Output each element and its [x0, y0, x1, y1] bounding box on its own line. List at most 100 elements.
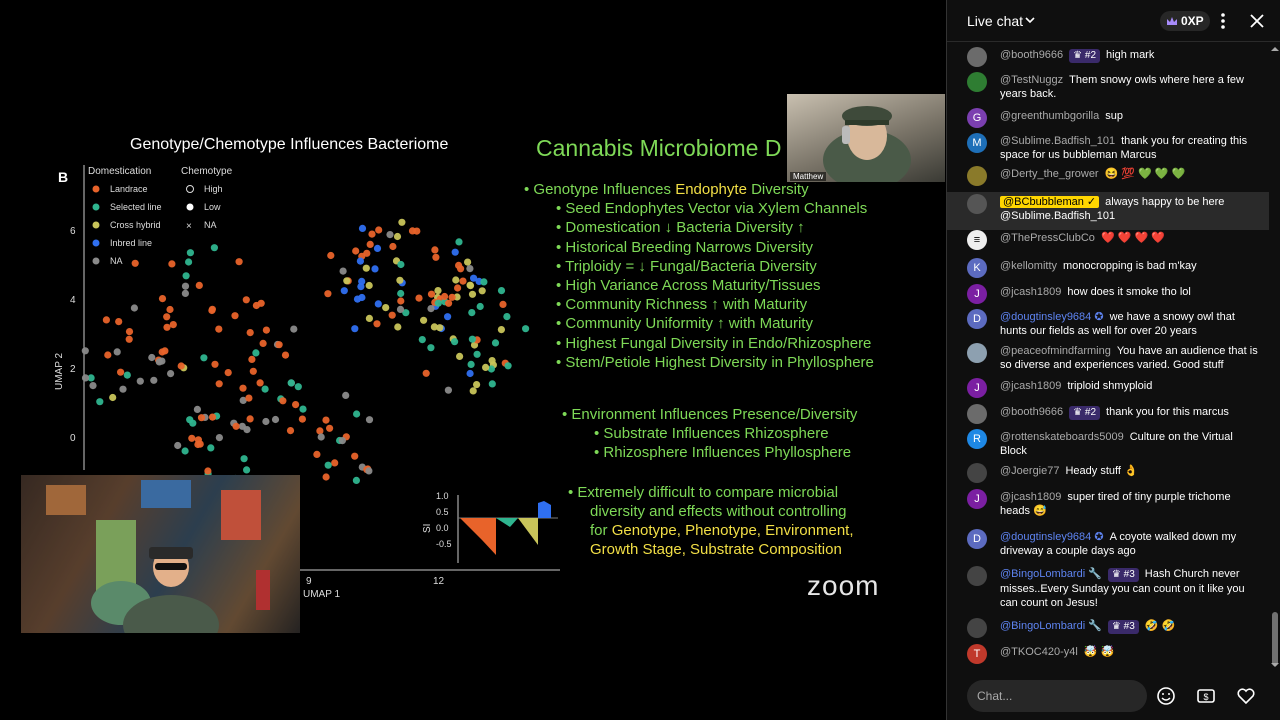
avatar[interactable]	[967, 463, 987, 483]
avatar[interactable]: R	[967, 429, 987, 449]
scatter-point	[374, 300, 382, 308]
chat-author[interactable]: @dougtinsley9684 ✪	[1000, 311, 1104, 323]
scatter-point	[455, 238, 463, 246]
chat-author[interactable]: @BingoLombardi 🔧	[1000, 568, 1102, 580]
chat-input[interactable]: Chat...	[967, 680, 1147, 712]
scroll-down-icon[interactable]	[1269, 660, 1280, 670]
scrollbar-thumb[interactable]	[1272, 612, 1278, 666]
avatar[interactable]	[967, 47, 987, 67]
super-chat-icon[interactable]: $	[1196, 686, 1216, 706]
chat-author[interactable]: @greenthumbgorilla	[1000, 110, 1099, 122]
scatter-point	[459, 277, 467, 285]
chat-message[interactable]: K @kellomitty monocropping is bad m'kay	[947, 256, 1269, 282]
scatter-point	[373, 244, 382, 252]
chat-message[interactable]: @BCbubbleman ✓ always happy to be here @S…	[947, 192, 1269, 230]
bullet-text: • Historical Breeding Narrows Diversity	[556, 238, 813, 256]
avatar[interactable]: G	[967, 108, 987, 128]
chat-author[interactable]: @Sublime.Badfish_101	[1000, 135, 1115, 147]
chat-message[interactable]: @booth9666 ♛ #2 thank you for this marcus	[947, 402, 1269, 428]
chat-author[interactable]: @TestNuggz	[1000, 74, 1063, 86]
chevron-down-icon[interactable]	[1024, 14, 1036, 26]
legend-marker	[92, 239, 100, 247]
avatar[interactable]	[967, 566, 987, 586]
chat-message-list: @booth9666 ♛ #2 high mark @TestNuggz Them sn…	[947, 42, 1269, 672]
bullet-item: • Environment Influences Presence/Divers…	[562, 405, 857, 424]
heart-icon[interactable]	[1236, 686, 1256, 706]
chat-message[interactable]: J @jcash1809 how does it smoke tho lol	[947, 282, 1269, 308]
chat-message[interactable]: @BingoLombardi 🔧 ♛ #3 Hash Church never mi…	[947, 564, 1269, 618]
scatter-point	[382, 304, 390, 312]
scatter-point	[389, 242, 397, 251]
avatar[interactable]: T	[967, 644, 987, 664]
avatar[interactable]: ≡	[967, 230, 987, 250]
avatar[interactable]: M	[967, 133, 987, 153]
chat-message-body: @greenthumbgorilla sup	[1000, 109, 1258, 123]
avatar[interactable]	[967, 72, 987, 92]
scatter-point	[386, 231, 394, 239]
chat-message[interactable]: @BingoLombardi 🔧 ♛ #3 🤣 🤣	[947, 616, 1269, 644]
avatar[interactable]	[967, 343, 987, 363]
close-icon[interactable]	[1247, 11, 1267, 31]
chat-author[interactable]: @ThePressClubCo	[1000, 232, 1095, 244]
avatar[interactable]	[967, 166, 987, 186]
inset-tick: 1.0	[436, 491, 449, 501]
chat-author[interactable]: @TKOC420-y4l	[1000, 646, 1078, 658]
chat-message[interactable]: @peaceofmindfarming You have an audience …	[947, 341, 1269, 379]
xp-badge[interactable]: 0XP	[1160, 11, 1210, 31]
scatter-point	[468, 335, 476, 343]
emoji-icon[interactable]	[1156, 686, 1176, 706]
chat-author[interactable]: @jcash1809	[1000, 380, 1061, 392]
chat-author[interactable]: @rottenskateboards5009	[1000, 431, 1124, 443]
chat-title[interactable]: Live chat	[967, 13, 1023, 29]
scatter-point	[163, 323, 171, 331]
scatter-point	[210, 244, 218, 252]
scatter-point	[252, 349, 260, 357]
chat-author[interactable]: @booth9666	[1000, 49, 1063, 61]
avatar[interactable]	[967, 404, 987, 424]
chat-author[interactable]: @Derty_the_grower	[1000, 168, 1099, 180]
chat-message[interactable]: D @dougtinsley9684 ✪ we have a snowy owl t…	[947, 307, 1269, 345]
chat-message[interactable]: @Joergie77 Heady stuff 👌	[947, 461, 1269, 487]
chat-message[interactable]: D @dougtinsley9684 ✪ A coyote walked down …	[947, 527, 1269, 565]
chat-message[interactable]: J @jcash1809 triploid shmyploid	[947, 376, 1269, 402]
avatar[interactable]: D	[967, 529, 987, 549]
chat-message[interactable]: R @rottenskateboards5009 Culture on the Vi…	[947, 427, 1269, 465]
chat-scrollbar[interactable]	[1269, 42, 1280, 672]
chat-author[interactable]: @dougtinsley9684 ✪	[1000, 531, 1104, 543]
inset-tick: 0.0	[436, 523, 449, 533]
chat-author[interactable]: @BCbubbleman ✓	[1000, 196, 1100, 208]
x-axis-label: UMAP 1	[303, 589, 340, 600]
chat-author[interactable]: @jcash1809	[1000, 286, 1061, 298]
scatter-point	[365, 467, 373, 475]
chat-author[interactable]: @peaceofmindfarming	[1000, 345, 1111, 357]
chat-message[interactable]: J @jcash1809 super tired of tiny purple tr…	[947, 487, 1269, 525]
scatter-point	[195, 281, 203, 289]
chat-message[interactable]: @booth9666 ♛ #2 high mark	[947, 45, 1269, 71]
chat-message[interactable]: G @greenthumbgorilla sup	[947, 106, 1269, 132]
chat-message[interactable]: @TestNuggz Them snowy owls where here a f…	[947, 70, 1269, 108]
chat-text: thank you for this marcus	[1106, 406, 1229, 418]
avatar[interactable]: D	[967, 309, 987, 329]
chat-author[interactable]: @booth9666	[1000, 406, 1063, 418]
inset-tick: -0.5	[436, 539, 452, 549]
chat-message-body: @booth9666 ♛ #2 high mark	[1000, 48, 1258, 63]
inset-area-cross	[518, 518, 538, 545]
legend-marker-na: ×	[186, 221, 192, 232]
chat-message-body: @Sublime.Badfish_101 thank you for creati…	[1000, 134, 1258, 162]
avatar[interactable]: J	[967, 489, 987, 509]
chat-author[interactable]: @Joergie77	[1000, 465, 1059, 477]
chat-message[interactable]: T @TKOC420-y4l 🤯 🤯	[947, 642, 1269, 668]
chat-message[interactable]: ≡ @ThePressClubCo ❤️ ❤️ ❤️ ❤️	[947, 228, 1269, 254]
scroll-up-icon[interactable]	[1269, 44, 1280, 54]
more-vert-icon[interactable]	[1213, 11, 1233, 31]
chat-author[interactable]: @BingoLombardi 🔧	[1000, 620, 1102, 632]
chat-message-body: @peaceofmindfarming You have an audience …	[1000, 344, 1258, 372]
avatar[interactable]: J	[967, 378, 987, 398]
avatar[interactable]	[967, 194, 987, 214]
avatar[interactable]: J	[967, 284, 987, 304]
avatar[interactable]: K	[967, 258, 987, 278]
chat-author[interactable]: @jcash1809	[1000, 491, 1061, 503]
x-tick-label: 12	[433, 576, 445, 587]
chat-author[interactable]: @kellomitty	[1000, 260, 1057, 272]
avatar[interactable]	[967, 618, 987, 638]
